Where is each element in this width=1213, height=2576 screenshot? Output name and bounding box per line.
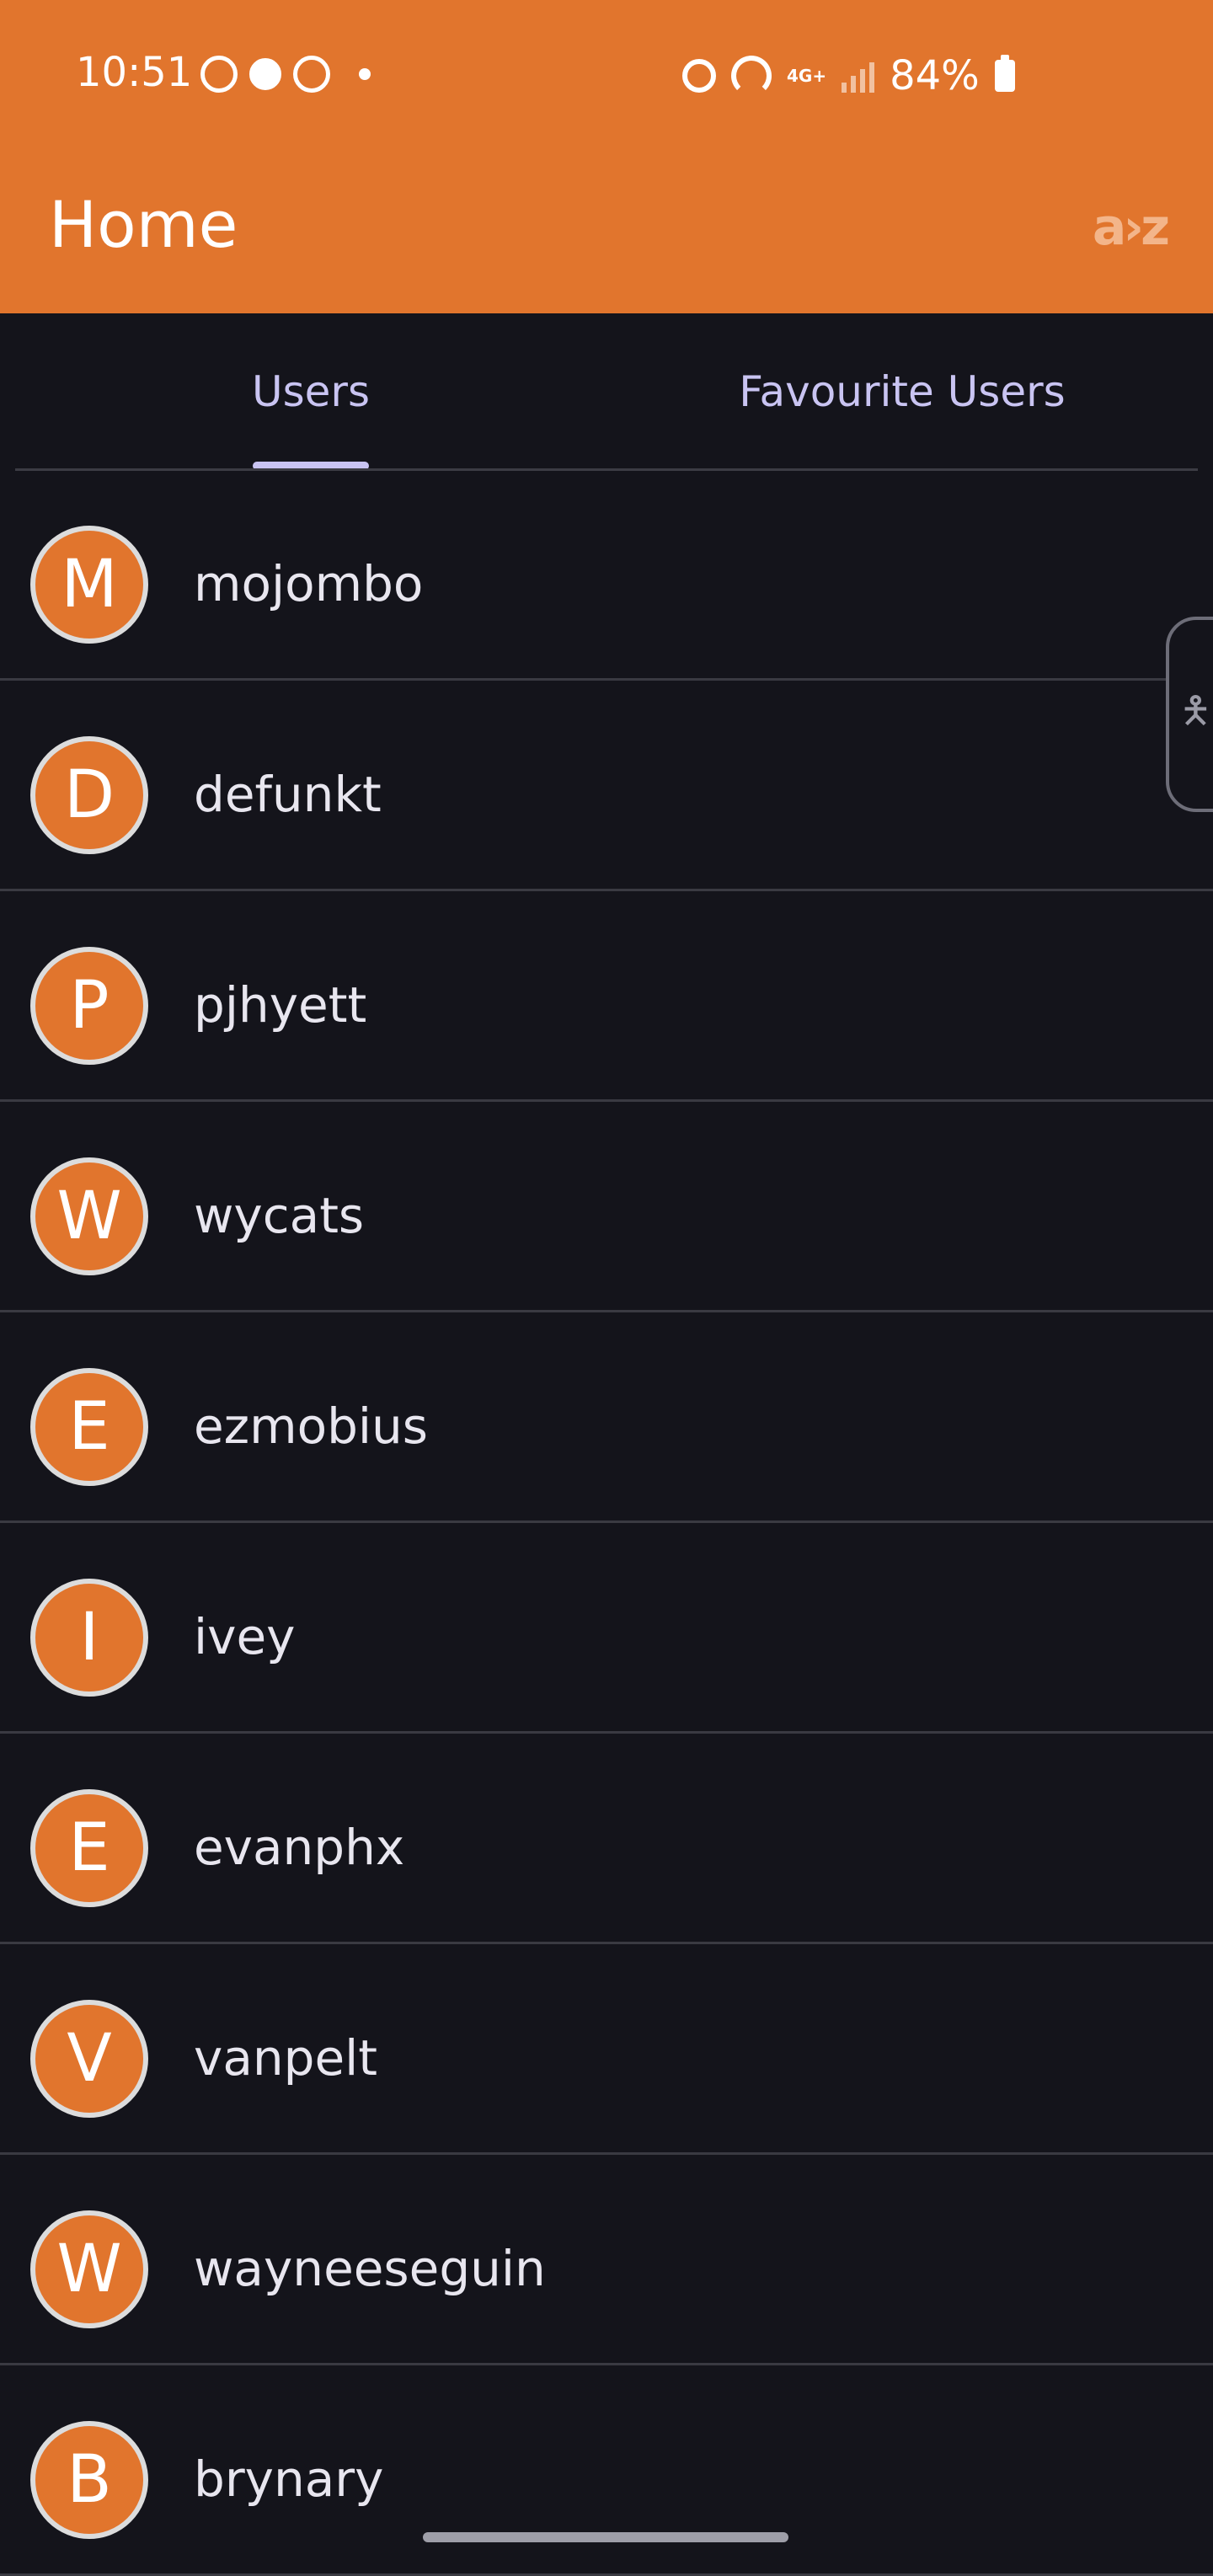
status-icons-left	[200, 56, 371, 93]
username: mojombo	[194, 555, 424, 612]
username: ivey	[194, 1608, 296, 1665]
whatsapp-icon	[200, 56, 238, 93]
avatar: I	[30, 1579, 148, 1697]
user-list: M mojombo D defunkt P pjhyett W wycats E…	[0, 470, 1213, 2576]
signal-icon	[842, 59, 875, 93]
list-item[interactable]: E ezmobius	[0, 1312, 1213, 1523]
battery-icon	[994, 55, 1015, 92]
avatar: W	[30, 2210, 148, 2328]
avatar: B	[30, 2421, 148, 2539]
list-item[interactable]: P pjhyett	[0, 891, 1213, 1102]
username: pjhyett	[194, 976, 367, 1034]
accessibility-icon: 🯅	[1179, 688, 1212, 732]
list-item[interactable]: V vanpelt	[0, 1944, 1213, 2155]
tab-favourite-users[interactable]: Favourite Users	[606, 313, 1198, 470]
network-4g-icon: 4G+	[787, 66, 827, 86]
tab-users[interactable]: Users	[15, 313, 606, 470]
username: ezmobius	[194, 1398, 429, 1455]
hotspot-icon	[731, 56, 772, 96]
username: defunkt	[194, 766, 382, 823]
avatar: W	[30, 1157, 148, 1275]
list-item[interactable]: M mojombo	[0, 470, 1213, 681]
username: wayneeseguin	[194, 2240, 546, 2297]
list-item[interactable]: D defunkt	[0, 681, 1213, 891]
list-item[interactable]: W wayneeseguin	[0, 2155, 1213, 2365]
notification-icon	[249, 58, 281, 90]
alarm-icon	[682, 59, 716, 93]
list-item[interactable]: W wycats	[0, 1102, 1213, 1312]
sort-az-button[interactable]: a›z	[1083, 194, 1176, 261]
status-time: 10:51	[76, 49, 193, 96]
home-indicator[interactable]	[423, 2532, 788, 2542]
battery-percentage: 84%	[890, 52, 980, 99]
list-item[interactable]: E evanphx	[0, 1734, 1213, 1944]
username: vanpelt	[194, 2029, 377, 2087]
status-bar: 10:51 4G+ 84%	[0, 0, 1213, 153]
avatar: D	[30, 736, 148, 854]
username: brynary	[194, 2450, 384, 2508]
list-item[interactable]: I ivey	[0, 1523, 1213, 1734]
avatar: V	[30, 2000, 148, 2118]
status-icons-right: 4G+ 84%	[682, 52, 1015, 99]
accessibility-tab[interactable]: 🯅	[1166, 617, 1213, 812]
app-icon	[293, 56, 330, 93]
page-title: Home	[49, 187, 238, 262]
avatar: E	[30, 1368, 148, 1486]
app-bar: Home a›z	[0, 153, 1213, 313]
username: wycats	[194, 1187, 365, 1244]
avatar: P	[30, 947, 148, 1065]
dot-icon	[359, 68, 371, 80]
username: evanphx	[194, 1819, 405, 1876]
tab-bar: Users Favourite Users	[0, 313, 1213, 470]
avatar: M	[30, 526, 148, 644]
avatar: E	[30, 1789, 148, 1907]
list-item[interactable]: B brynary	[0, 2365, 1213, 2576]
